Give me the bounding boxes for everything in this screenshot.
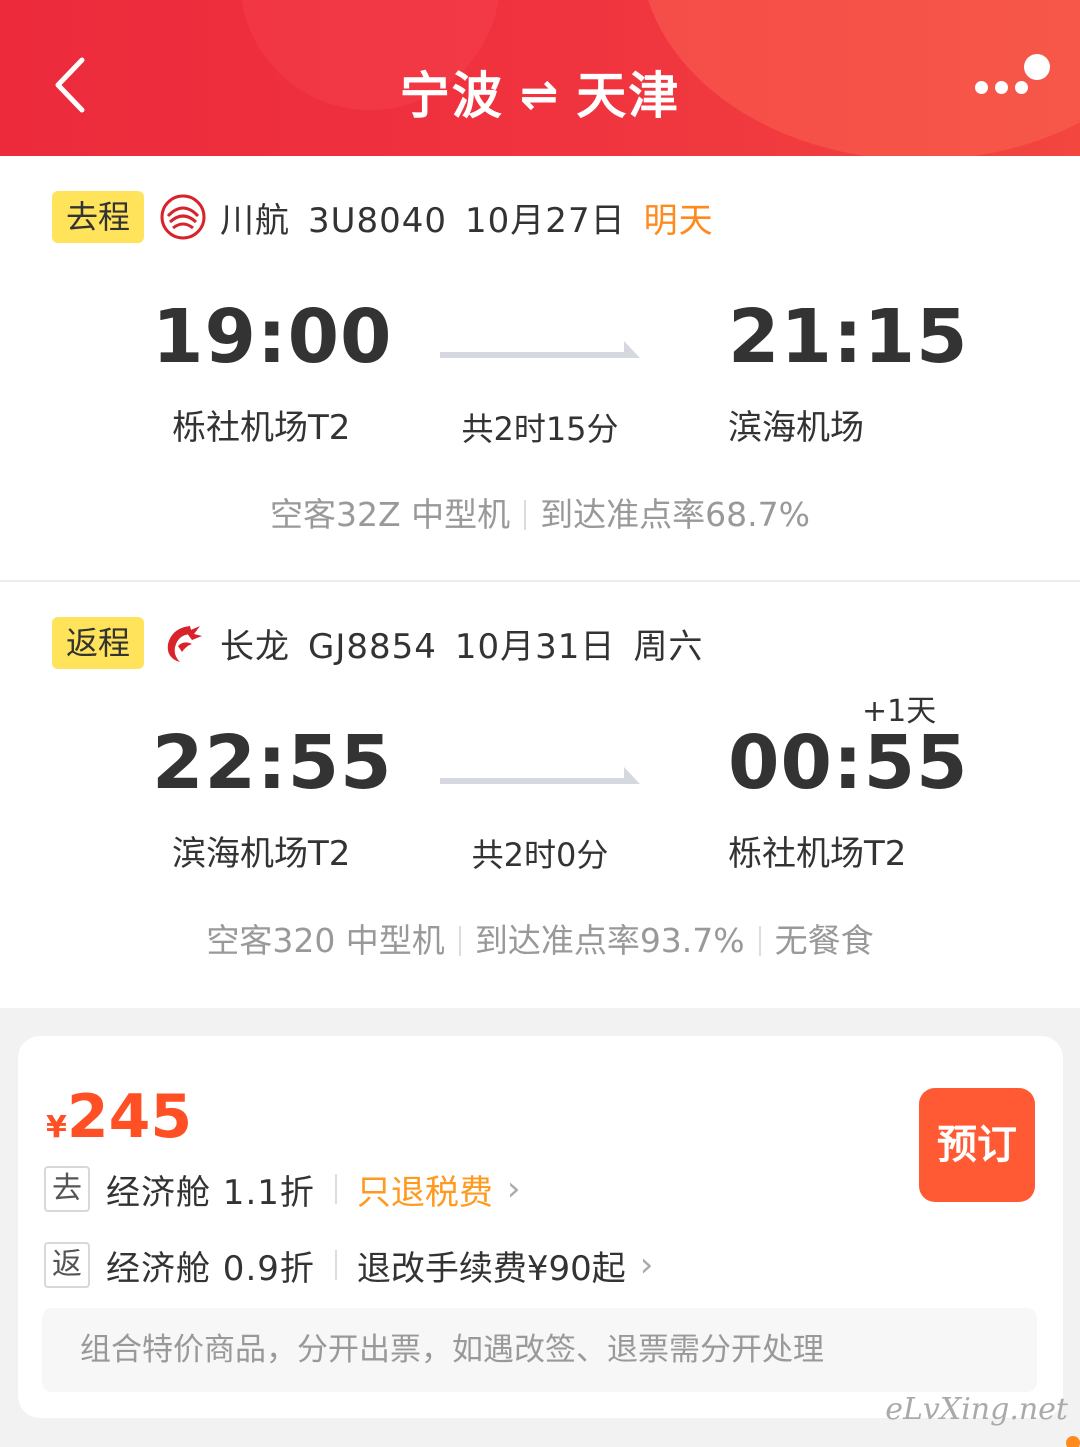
day-label: 周六 [633, 626, 704, 667]
loong-air-logo-icon [167, 626, 202, 662]
day-label: 明天 [643, 200, 714, 241]
flight-duration: 共2时0分 [471, 836, 609, 874]
segment-header: 去程 川航 3U8040 10月27日 明天 [52, 190, 732, 244]
chevron-right-icon: › [639, 1245, 654, 1285]
departure-airport: 滨海机场T2 [172, 834, 351, 874]
more-dot-icon [975, 81, 988, 94]
on-time-rate: 到达准点率68.7% [540, 495, 810, 534]
more-dot-icon [1024, 54, 1050, 80]
return-tag: 返程 [52, 617, 144, 669]
arrival-airport: 滨海机场 [728, 408, 864, 448]
divider [334, 1250, 337, 1280]
price: ¥245 [46, 1082, 192, 1152]
more-dot-icon [995, 81, 1008, 94]
airline-name: 川航 [220, 200, 290, 241]
return-fare-row[interactable]: 返 经济舱 0.9折 退改手续费¥90起 › [44, 1240, 653, 1290]
cabin-class: 经济舱 1.1折 [106, 1172, 315, 1213]
outbound-segment[interactable]: 去程 川航 3U8040 10月27日 明天 19:00 21:15 栎社机场T2 共… [0, 156, 1080, 582]
swap-icon: ⇌ [519, 67, 561, 121]
price-amount: 245 [66, 1082, 193, 1152]
segment-header: 返程 长龙 GJ8854 10月31日 周六 [52, 616, 721, 670]
direction-badge: 去 [44, 1166, 90, 1212]
currency-symbol: ¥ [46, 1110, 67, 1145]
more-dot-icon [1015, 81, 1028, 94]
flight-number: 3U8040 [308, 200, 448, 241]
direction-badge: 返 [44, 1242, 90, 1288]
arrival-airport: 栎社机场T2 [728, 834, 907, 874]
divider [524, 500, 527, 530]
arrival-time: 21:15 [728, 294, 969, 380]
top-bar: 宁波 ⇌ 天津 [0, 0, 1080, 156]
refund-policy: 只退税费 [356, 1172, 493, 1213]
more-options-button[interactable] [970, 48, 1050, 108]
flight-number: GJ8854 [308, 626, 437, 667]
flight-meta: 空客32Z 中型机 到达准点率68.7% [0, 488, 1080, 536]
aircraft-type: 空客32Z 中型机 [270, 495, 511, 534]
book-button[interactable]: 预订 [919, 1088, 1035, 1202]
origin-city: 宁波 [399, 67, 504, 125]
flight-info: 川航 3U8040 10月27日 明天 [220, 193, 732, 242]
return-segment[interactable]: 返程 长龙 GJ8854 10月31日 周六 +1天 22:55 00:55 滨海机场… [0, 582, 1080, 1008]
departure-time: 19:00 [152, 294, 393, 380]
arrow-right-icon [440, 341, 640, 358]
flight-segments: 去程 川航 3U8040 10月27日 明天 19:00 21:15 栎社机场T2 共… [0, 156, 1080, 1008]
change-fee-policy: 退改手续费¥90起 [356, 1248, 626, 1289]
combo-notice: 组合特价商品，分开出票，如遇改签、退票需分开处理 [42, 1308, 1037, 1392]
flight-date: 10月27日 [465, 200, 626, 241]
outbound-fare-row[interactable]: 去 经济舱 1.1折 只退税费 › [44, 1164, 521, 1214]
flight-duration: 共2时15分 [461, 410, 619, 448]
flight-info: 长龙 GJ8854 10月31日 周六 [220, 619, 721, 668]
flight-meta: 空客320 中型机 到达准点率93.7% 无餐食 [0, 914, 1080, 962]
cabin-class: 经济舱 0.9折 [106, 1248, 315, 1289]
arrow-right-icon [440, 767, 640, 784]
arrival-time: 00:55 [728, 720, 969, 806]
watermark: eLvXing.net [885, 1392, 1068, 1427]
airline-name: 长龙 [220, 626, 290, 667]
divider [758, 926, 761, 956]
sichuan-airlines-logo-icon [160, 194, 206, 240]
scroll-indicator [1066, 1436, 1080, 1447]
on-time-rate: 到达准点率93.7% [474, 921, 745, 960]
departure-time: 22:55 [152, 720, 393, 806]
meal-info: 无餐食 [774, 921, 874, 960]
destination-city: 天津 [576, 67, 681, 125]
divider [334, 1174, 337, 1204]
departure-airport: 栎社机场T2 [172, 408, 351, 448]
divider [458, 926, 461, 956]
chevron-right-icon: › [506, 1169, 521, 1209]
outbound-tag: 去程 [52, 191, 144, 243]
flight-date: 10月31日 [454, 626, 616, 667]
aircraft-type: 空客320 中型机 [206, 921, 445, 960]
route-title: 宁波 ⇌ 天津 [0, 56, 1080, 128]
price-card: ¥245 预订 去 经济舱 1.1折 只退税费 › 返 经济舱 0.9折 退改手… [18, 1036, 1063, 1418]
